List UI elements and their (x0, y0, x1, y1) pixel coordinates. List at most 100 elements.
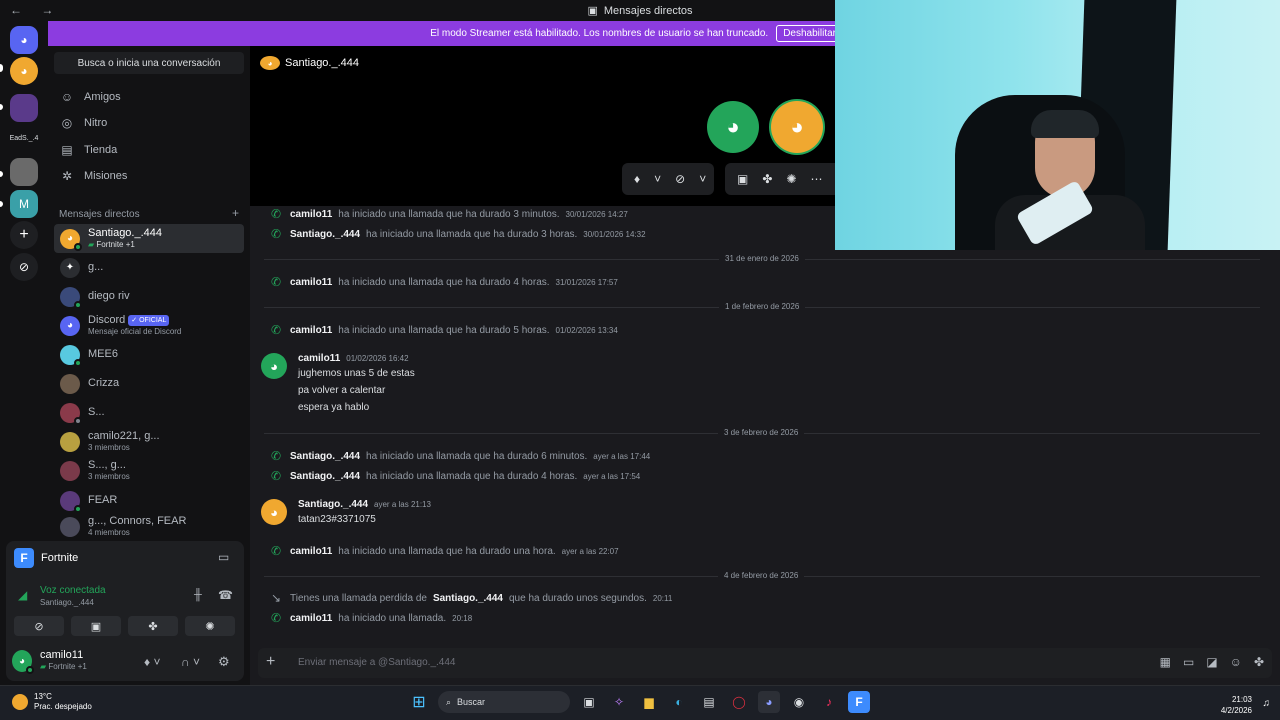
server-icon-1[interactable]: ◕ (10, 57, 38, 85)
message-composer[interactable]: + Enviar mensaje a @Santiago._.444 ▦ ▭ ◪… (258, 648, 1272, 678)
screen-share-icon: ▣ (737, 172, 749, 186)
dm-name: Discord (88, 313, 126, 326)
date-divider-label: 31 de enero de 2026 (719, 254, 805, 263)
message-author[interactable]: Santiago._.444 (290, 451, 360, 462)
signal-icon: ◢ (18, 588, 28, 602)
unread-pill (0, 201, 3, 207)
message-avatar[interactable]: ◕ (261, 499, 287, 525)
nav-nitro[interactable]: ◎ Nitro (54, 111, 244, 135)
camera-toggle-button[interactable]: ⊘ (14, 616, 64, 636)
dm-item[interactable]: diego riv (54, 282, 244, 311)
add-dm-button[interactable]: + (232, 207, 239, 220)
message-author[interactable]: Santiago._.444 (298, 499, 368, 510)
tiktok-icon[interactable]: ♪ (818, 691, 840, 713)
copilot-icon[interactable]: ✧ (608, 691, 630, 713)
call-log-text: Tienes una llamada perdida de (290, 592, 427, 604)
message-avatar[interactable]: ◕ (261, 353, 287, 379)
message-author[interactable]: camilo11 (290, 209, 332, 220)
composer-placeholder[interactable]: Enviar mensaje a @Santiago._.444 (298, 657, 455, 668)
message-author[interactable]: Santiago._.444 (433, 593, 503, 604)
activities-button[interactable]: ✤ (128, 616, 178, 636)
voice-panel: F Fortnite ▭ ◢ Voz conectada Santiago._.44… (6, 541, 244, 681)
fortnite-taskbar-icon[interactable]: F (848, 691, 870, 713)
emoji-icon[interactable]: ☺ (1230, 655, 1242, 669)
dm-item[interactable]: ✦ g... (54, 253, 244, 282)
mic-control[interactable]: ♦ ˅ ⊘ ˅ (622, 163, 714, 195)
attach-plus-icon[interactable]: + (266, 653, 275, 671)
sticker-icon[interactable]: ◪ (1206, 655, 1217, 669)
add-server-icon[interactable]: + (10, 221, 38, 249)
nav-label: Amigos (84, 91, 121, 103)
gift-icon[interactable]: ▦ (1160, 655, 1171, 669)
store-icon[interactable]: ▤ (698, 691, 720, 713)
call-actions[interactable]: ▣ ✤ ✺ ⋯ (725, 163, 835, 195)
activity-share-icon[interactable]: ▭ (218, 550, 229, 564)
headphones-icon[interactable]: ∩ ˅ (181, 655, 200, 669)
discover-icon[interactable]: ⊘ (10, 253, 38, 281)
obs-icon[interactable]: ◉ (788, 691, 810, 713)
file-explorer-icon[interactable]: ▆ (638, 691, 660, 713)
edge-browser-icon[interactable]: ◐ (668, 691, 690, 713)
message-author[interactable]: camilo11 (290, 546, 332, 557)
discord-home-icon[interactable]: ◕ (10, 26, 38, 54)
settings-gear-icon[interactable]: ⚙ (218, 654, 230, 670)
soundboard-button[interactable]: ✺ (185, 616, 235, 636)
dm-item[interactable]: ◕ Santiago._.444 ▰ Fortnite +1 (54, 224, 244, 253)
history-nav[interactable]: ← → (10, 3, 61, 17)
apps-icon[interactable]: ✤ (1254, 655, 1264, 669)
avatar (60, 516, 80, 537)
soundboard-icon: ✺ (786, 172, 797, 186)
message-author[interactable]: Santiago._.444 (290, 229, 360, 240)
clock[interactable]: 21:03 4/2/2026 (1221, 694, 1252, 716)
gif-icon[interactable]: ▭ (1183, 655, 1194, 669)
chevron-down-icon: ˅ (654, 172, 662, 186)
date-divider-label: 1 de febrero de 2026 (719, 302, 806, 311)
message-author[interactable]: Santiago._.444 (290, 471, 360, 482)
task-view-icon[interactable]: ▣ (578, 691, 600, 713)
search-icon: ⌕ (446, 696, 452, 707)
avatar: ✦ (60, 257, 80, 278)
dm-item[interactable]: FEAR (54, 486, 244, 515)
voice-status[interactable]: Voz conectada Santiago._.444 (40, 585, 106, 609)
dm-item[interactable]: ◕ Discord ✓ OFICIAL Mensaje oficial de Dis… (54, 311, 244, 340)
message-author[interactable]: camilo11 (298, 353, 340, 364)
dm-item[interactable]: g..., Connors, FEAR 4 miembros (54, 513, 244, 540)
weather-widget[interactable]: 13°C Prac. despejado (12, 692, 92, 712)
notification-icon[interactable]: ♫ (1263, 698, 1271, 709)
nav-quests[interactable]: ✲ Misiones (54, 164, 244, 188)
opera-icon[interactable]: ◯ (728, 691, 750, 713)
avatar (60, 460, 80, 481)
call-log-row: ✆ camilo11 ha iniciado una llamada que ha … (268, 275, 618, 289)
taskbar-search[interactable]: ⌕ Buscar (438, 691, 570, 713)
search-input[interactable]: Busca o inicia una conversación (54, 52, 244, 74)
timestamp: 20:11 (652, 593, 673, 603)
screen-share-button[interactable]: ▣ (71, 616, 121, 636)
disable-streamer-button[interactable]: Deshabilitar (776, 25, 843, 42)
participant-avatar-camilo[interactable]: ◕ (707, 101, 759, 153)
taskbar-apps: ⊞ ⌕ Buscar ▣ ✧ ▆ ◐ ▤ ◯ ◕ ◉ ♪ F (408, 691, 870, 713)
nav-friends[interactable]: ☺ Amigos (54, 85, 244, 109)
user-panel[interactable]: ◕ camilo11 ▰ Fortnite +1 (12, 650, 87, 674)
activity-card[interactable]: F Fortnite (14, 548, 78, 568)
message-author[interactable]: camilo11 (290, 277, 332, 288)
windows-start-icon[interactable]: ⊞ (408, 691, 430, 713)
call-log-row: ✆ Santiago._.444 ha iniciado una llamada q… (268, 449, 650, 463)
dm-item[interactable]: camilo221, g... 3 miembros (54, 427, 244, 456)
nav-shop[interactable]: ▤ Tienda (54, 138, 244, 162)
message-author[interactable]: camilo11 (290, 325, 332, 336)
dm-item[interactable]: MEE6 (54, 340, 244, 369)
server-icon-4[interactable]: M (10, 190, 38, 218)
dm-item[interactable]: S..., g... 3 miembros (54, 456, 244, 485)
dm-item[interactable]: S... (54, 398, 244, 427)
discord-taskbar-icon[interactable]: ◕ (758, 691, 780, 713)
disconnect-icon[interactable]: ☎ (218, 588, 233, 602)
participant-avatar-santiago[interactable]: ◕ (771, 101, 823, 153)
server-icon-3[interactable] (10, 158, 38, 186)
dm-item[interactable]: Crizza (54, 369, 244, 398)
fortnite-icon: F (14, 548, 34, 568)
server-icon-2[interactable] (10, 94, 38, 122)
noise-suppression-icon[interactable]: ╫ (194, 589, 202, 601)
message-author[interactable]: camilo11 (290, 613, 332, 624)
call-log-row: ✆ Santiago._.444 ha iniciado una llamada q… (268, 469, 640, 483)
microphone-icon[interactable]: ♦ ˅ (144, 655, 160, 669)
